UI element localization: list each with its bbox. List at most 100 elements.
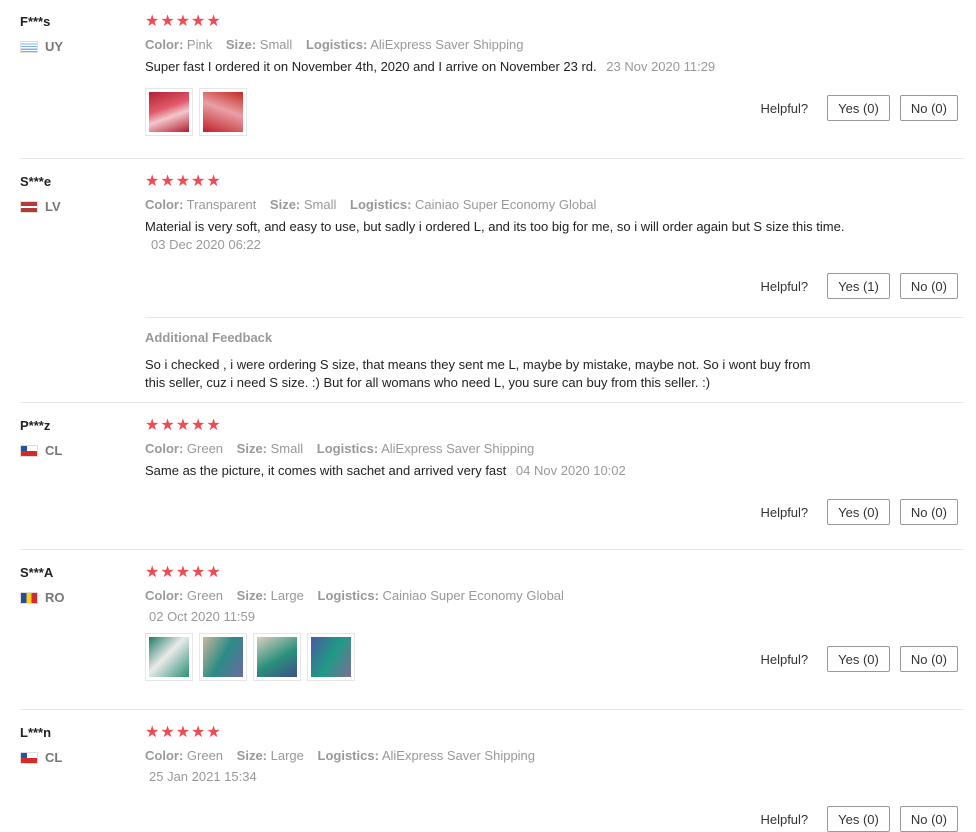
- helpful-yes-button[interactable]: Yes (0): [827, 95, 890, 121]
- helpful-vote: Helpful? Yes (0) No (0): [760, 499, 958, 525]
- review-photo-thumbnail[interactable]: [307, 633, 355, 681]
- logistics-value: Cainiao Super Economy Global: [382, 588, 564, 603]
- helpful-yes-button[interactable]: Yes (1): [827, 273, 890, 299]
- star-rating: ★★★★★: [145, 13, 222, 30]
- helpful-vote: Helpful? Yes (0) No (0): [760, 806, 958, 832]
- logistics-label: Logistics:: [317, 748, 379, 763]
- review-date: 02 Oct 2020 11:59: [149, 609, 256, 624]
- size-label: Size:: [225, 37, 257, 52]
- review-date: 04 Nov 2020 10:02: [515, 463, 626, 478]
- color-value: Pink: [186, 37, 213, 52]
- review-item: L***n CL ★★★★★ Color: Green Size: Large …: [0, 709, 976, 832]
- country-code: UY: [45, 39, 64, 54]
- review-item: S***A RO ★★★★★ Color: Green Size: Large …: [0, 549, 976, 710]
- reviewer-name: L***n: [20, 725, 52, 740]
- helpful-yes-button[interactable]: Yes (0): [827, 499, 890, 525]
- helpful-vote: Helpful? Yes (0) No (0): [760, 646, 958, 672]
- feedback-divider: [145, 317, 964, 318]
- logistics-label: Logistics:: [317, 588, 379, 603]
- size-label: Size:: [236, 441, 268, 456]
- review-text: Same as the picture, it comes with sache…: [145, 462, 845, 480]
- reviewer-name: S***e: [20, 174, 52, 189]
- reviewer-country: LV: [20, 199, 61, 214]
- reviewer-name: F***s: [20, 14, 51, 29]
- logistics-value: AliExpress Saver Shipping: [381, 748, 536, 763]
- logistics-value: Cainiao Super Economy Global: [415, 197, 597, 212]
- reviewer-country: CL: [20, 750, 62, 765]
- color-value: Green: [186, 441, 224, 456]
- review-item: F***s UY ★★★★★ Color: Pink Size: Small L…: [0, 0, 976, 159]
- order-attributes: Color: Green Size: Large Logistics: AliE…: [145, 748, 845, 763]
- review-photos: [145, 633, 845, 681]
- size-value: Small: [259, 37, 293, 52]
- latvia-flag-icon: [20, 200, 38, 213]
- reviewer-info: S***e LV: [20, 174, 61, 214]
- size-label: Size:: [236, 588, 268, 603]
- reviewer-country: RO: [20, 590, 65, 605]
- reviewer-name: P***z: [20, 418, 51, 433]
- review-photo-thumbnail[interactable]: [199, 633, 247, 681]
- logistics-label: Logistics:: [350, 197, 412, 212]
- uruguay-flag-icon: [20, 40, 38, 53]
- country-code: CL: [45, 750, 63, 765]
- color-value: Green: [186, 748, 224, 763]
- review-photo-thumbnail[interactable]: [145, 633, 193, 681]
- color-value: Green: [186, 588, 224, 603]
- helpful-no-button[interactable]: No (0): [899, 499, 958, 525]
- additional-feedback-title: Additional Feedback: [145, 330, 273, 345]
- review-photo-thumbnail[interactable]: [145, 88, 193, 136]
- logistics-value: AliExpress Saver Shipping: [381, 441, 535, 456]
- logistics-value: AliExpress Saver Shipping: [370, 37, 524, 52]
- review-date: 03 Dec 2020 06:22: [151, 237, 261, 252]
- star-rating: ★★★★★: [145, 417, 222, 434]
- country-code: CL: [45, 443, 63, 458]
- reviewer-info: F***s UY: [20, 14, 63, 54]
- helpful-no-button[interactable]: No (0): [899, 806, 958, 832]
- review-text: Material is very soft, and easy to use, …: [145, 218, 845, 254]
- logistics-label: Logistics:: [305, 37, 368, 52]
- review-body: Same as the picture, it comes with sache…: [145, 463, 507, 478]
- helpful-vote: Helpful? Yes (0) No (0): [760, 95, 958, 121]
- review-body: Material is very soft, and easy to use, …: [145, 219, 845, 234]
- color-label: Color:: [145, 197, 184, 212]
- reviewer-info: S***A RO: [20, 565, 65, 605]
- romania-flag-icon: [20, 591, 38, 604]
- review-photo-thumbnail[interactable]: [253, 633, 301, 681]
- color-label: Color:: [145, 441, 184, 456]
- review-text: Super fast I ordered it on November 4th,…: [145, 58, 845, 76]
- helpful-yes-button[interactable]: Yes (0): [827, 806, 890, 832]
- helpful-no-button[interactable]: No (0): [899, 273, 958, 299]
- helpful-label: Helpful?: [760, 651, 809, 667]
- review-item: P***z CL ★★★★★ Color: Green Size: Small …: [0, 402, 976, 550]
- review-photos: [145, 88, 845, 136]
- reviewer-info: P***z CL: [20, 418, 62, 458]
- review-photo-thumbnail[interactable]: [199, 88, 247, 136]
- star-rating: ★★★★★: [145, 564, 222, 581]
- helpful-no-button[interactable]: No (0): [899, 95, 958, 121]
- reviewer-country: UY: [20, 39, 63, 54]
- reviewer-country: CL: [20, 443, 62, 458]
- additional-feedback-text: So i checked , i were ordering S size, t…: [145, 357, 811, 390]
- order-attributes: Color: Pink Size: Small Logistics: AliEx…: [145, 37, 845, 52]
- reviewer-name: S***A: [20, 565, 54, 580]
- order-attributes: Color: Green Size: Large Logistics: Cain…: [145, 588, 845, 603]
- star-rating: ★★★★★: [145, 173, 222, 190]
- star-rating: ★★★★★: [145, 724, 222, 741]
- helpful-no-button[interactable]: No (0): [899, 646, 958, 672]
- color-label: Color:: [145, 748, 184, 763]
- review-body: Super fast I ordered it on November 4th,…: [145, 59, 597, 74]
- order-attributes: Color: Green Size: Small Logistics: AliE…: [145, 441, 845, 456]
- helpful-label: Helpful?: [760, 811, 809, 827]
- helpful-label: Helpful?: [760, 100, 809, 116]
- country-code: RO: [45, 590, 65, 605]
- review-date: 23 Nov 2020 11:29: [606, 59, 716, 74]
- helpful-vote: Helpful? Yes (1) No (0): [760, 273, 958, 299]
- size-value: Small: [270, 441, 304, 456]
- size-value: Large: [270, 588, 304, 603]
- order-attributes: Color: Transparent Size: Small Logistics…: [145, 197, 845, 212]
- helpful-yes-button[interactable]: Yes (0): [827, 646, 890, 672]
- country-code: LV: [45, 199, 61, 214]
- logistics-label: Logistics:: [316, 441, 379, 456]
- reviewer-info: L***n CL: [20, 725, 62, 765]
- additional-feedback: Additional Feedback So i checked , i wer…: [145, 330, 825, 392]
